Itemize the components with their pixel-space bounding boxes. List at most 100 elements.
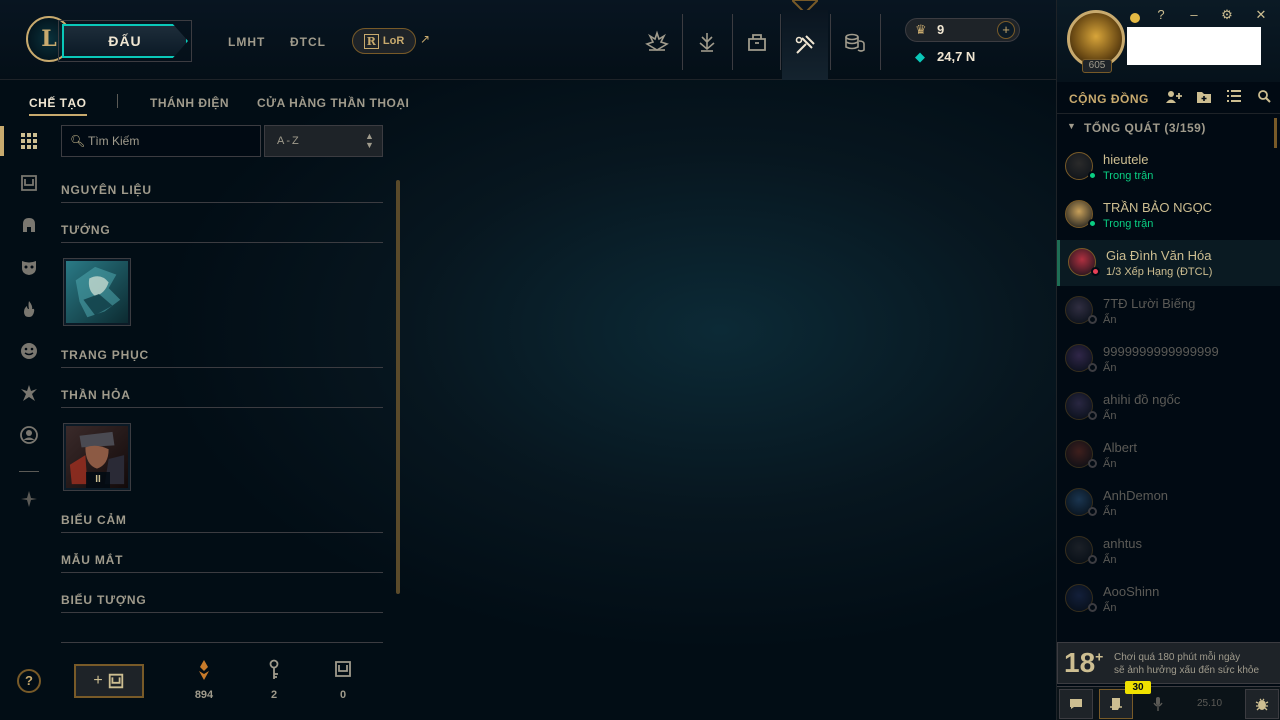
friend-status: Ẩn: [1103, 458, 1117, 470]
loot-icon[interactable]: [734, 20, 780, 64]
friend-status: Ẩn: [1103, 362, 1117, 374]
flame-icon[interactable]: [18, 298, 40, 320]
settings-gear-icon[interactable]: ⚙: [1219, 7, 1235, 23]
category-eternals[interactable]: THẦN HỎA: [61, 386, 383, 408]
category-materials[interactable]: NGUYÊN LIỆU: [61, 181, 383, 203]
clash-icon[interactable]: [684, 20, 730, 64]
help-icon[interactable]: ?: [1153, 7, 1169, 22]
nav-separator: [880, 14, 881, 70]
nav-separator: [732, 14, 733, 70]
friend-item[interactable]: TRẦN BẢO NGỌC Trong trận: [1057, 192, 1280, 238]
emote-icon[interactable]: [18, 340, 40, 362]
warning-line-2: sẽ ảnh hưởng xấu đến sức khỏe: [1114, 665, 1260, 676]
category-label: NGUYÊN LIỆU: [61, 183, 152, 197]
warning-line-1: Chơi quá 180 phút mỗi ngày: [1114, 652, 1241, 663]
chest-icon[interactable]: [18, 172, 40, 194]
category-emotes[interactable]: BIỂU CẢM: [61, 511, 383, 533]
friend-status-dot-icon: [1088, 603, 1097, 612]
social-title: CỘNG ĐỒNG: [1069, 92, 1149, 106]
category-skins[interactable]: TRANG PHỤC: [61, 346, 383, 368]
friend-item[interactable]: Albert Ẩn: [1057, 432, 1280, 478]
friend-name: Albert: [1103, 440, 1137, 455]
sort-dropdown[interactable]: A-Z ▲ ▼: [264, 125, 383, 157]
friend-status-dot-icon: [1088, 411, 1097, 420]
friend-status-dot-icon: [1088, 507, 1097, 516]
friend-item[interactable]: anhtus Ẩn: [1057, 528, 1280, 574]
ward-icon[interactable]: [18, 382, 40, 404]
nav-link-lmht[interactable]: LMHT: [228, 35, 265, 49]
status-indicator-icon[interactable]: [1130, 13, 1140, 23]
chevron-down-icon: ▼: [1067, 121, 1076, 131]
friend-status-dot-icon: [1088, 315, 1097, 324]
tab-mythic-shop[interactable]: CỬA HÀNG THẦN THOẠI: [257, 96, 409, 110]
champion-helmet-icon[interactable]: [18, 214, 40, 236]
social-panel: 605 ? – ⚙ ✕ CỘNG ĐỒNG ▼ TỔNG QUÁT (3/159…: [1056, 0, 1280, 720]
friend-item[interactable]: 7TĐ Lười Biếng Ẩn: [1057, 288, 1280, 334]
eternal-shard-tile[interactable]: II: [63, 423, 131, 491]
tab-sanctum[interactable]: THÁNH ĐIỆN: [150, 96, 229, 110]
minimize-icon[interactable]: –: [1186, 7, 1202, 22]
keys-value: 2: [270, 689, 278, 701]
friend-name: Gia Đình Văn Hóa: [1106, 248, 1212, 263]
friend-item[interactable]: hieutele Trong trận: [1057, 144, 1280, 190]
list-view-icon[interactable]: [1225, 90, 1243, 106]
microphone-icon[interactable]: [1141, 689, 1175, 719]
pause-icon: II: [86, 472, 110, 488]
profile-icon[interactable]: [18, 424, 40, 446]
eternals-icon[interactable]: [18, 488, 40, 510]
friend-name: ahihi đồ ngốc: [1103, 392, 1181, 407]
category-champions[interactable]: TƯỚNG: [61, 221, 383, 243]
friend-name: 9999999999999999: [1103, 344, 1219, 359]
search-input[interactable]: [88, 131, 256, 151]
sort-arrows-icon: ▲ ▼: [365, 131, 374, 150]
category-icons[interactable]: BIỂU TƯỢNG: [61, 591, 383, 613]
add-folder-icon[interactable]: [1195, 90, 1213, 106]
friend-group-header[interactable]: ▼ TỔNG QUÁT (3/159): [1057, 118, 1280, 138]
home-icon[interactable]: [634, 20, 680, 64]
grid-icon[interactable]: [18, 130, 40, 152]
friend-item[interactable]: ahihi đồ ngốc Ẩn: [1057, 384, 1280, 430]
chat-icon[interactable]: [1059, 689, 1093, 719]
friend-name: AooShinn: [1103, 584, 1160, 599]
nav-separator: [682, 14, 683, 70]
keys-counter: 2: [254, 659, 294, 701]
essence-counter: 894: [184, 659, 224, 701]
external-link-icon: ↗: [420, 32, 431, 46]
friend-status-dot-icon: [1088, 219, 1097, 228]
play-button[interactable]: ĐẤU: [62, 24, 188, 58]
champion-shard-tile[interactable]: [63, 258, 131, 326]
close-icon[interactable]: ✕: [1253, 7, 1269, 23]
category-ward-skins[interactable]: MẪU MẮT: [61, 551, 383, 573]
side-active-indicator: [0, 126, 4, 156]
category-label: BIỂU TƯỢNG: [61, 593, 147, 607]
friend-name: TRẦN BẢO NGỌC: [1103, 200, 1213, 215]
search-icon[interactable]: [1255, 90, 1273, 106]
add-friend-icon[interactable]: [1165, 90, 1183, 106]
friend-item[interactable]: AooShinn Ẩn: [1057, 576, 1280, 622]
friend-item[interactable]: Gia Đình Văn Hóa 1/3 Xếp Hạng (ĐTCL): [1057, 240, 1280, 286]
search-field[interactable]: 🔍︎: [61, 125, 261, 157]
friend-name: anhtus: [1103, 536, 1143, 551]
buy-rp-button[interactable]: +: [997, 21, 1015, 39]
craft-chest-button[interactable]: +: [74, 664, 144, 698]
category-label: THẦN HỎA: [61, 388, 131, 402]
lor-button[interactable]: R LoR: [352, 28, 416, 54]
lor-logo-icon: R: [363, 33, 379, 49]
top-navigation: L ĐẤU LMHT ĐTCL R LoR ↗ ♛ 9 + ◆ 24,7 N: [0, 0, 1056, 80]
collection-scrollbar[interactable]: [396, 180, 400, 594]
side-separator: [19, 471, 39, 472]
store-icon[interactable]: [832, 20, 878, 64]
friend-item[interactable]: 9999999999999999 Ẩn: [1057, 336, 1280, 382]
tab-crafting[interactable]: CHẾ TẠO: [29, 96, 87, 116]
help-button[interactable]: ?: [17, 669, 41, 693]
plus-icon: +: [93, 672, 103, 689]
social-header: CỘNG ĐỒNG: [1057, 82, 1280, 114]
category-label: MẪU MẮT: [61, 553, 124, 567]
friend-item[interactable]: AnhDemon Ẩn: [1057, 480, 1280, 526]
bug-report-icon[interactable]: [1245, 689, 1279, 719]
blue-essence-value: 24,7 N: [937, 49, 976, 64]
skin-mask-icon[interactable]: [18, 256, 40, 278]
crafting-icon[interactable]: [782, 10, 828, 80]
subnav-separator: [117, 94, 118, 108]
nav-link-dtcl[interactable]: ĐTCL: [290, 35, 326, 49]
